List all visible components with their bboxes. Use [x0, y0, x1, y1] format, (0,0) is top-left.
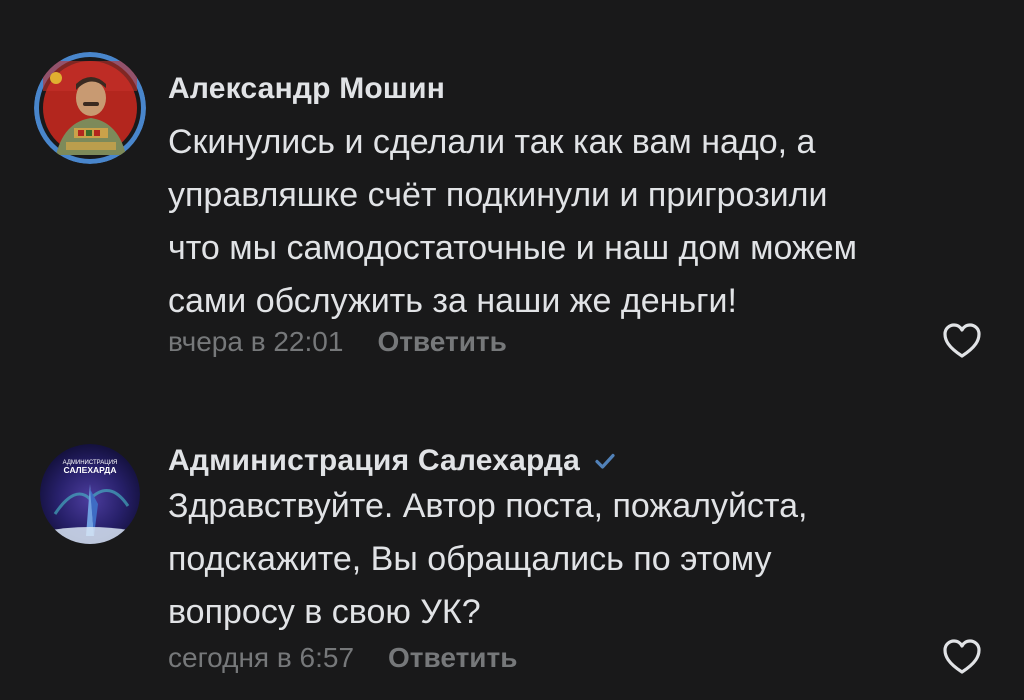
comment-text: Скинулись и сделали так как вам надо, а … [168, 123, 858, 320]
heart-icon [943, 323, 981, 358]
like-button[interactable] [942, 322, 982, 360]
heart-icon [943, 639, 981, 674]
portrait-avatar-icon [34, 52, 146, 164]
reply-button[interactable]: Ответить [388, 642, 517, 674]
comment-meta: сегодня в 6:57 Ответить [168, 642, 517, 674]
comment-item: Александр Мошин Скинулись и сделали так … [0, 0, 1024, 380]
comment-item: АДМИНИСТРАЦИЯ САЛЕХАРДА Администрация Са… [0, 410, 1024, 700]
avatar[interactable]: АДМИНИСТРАЦИЯ САЛЕХАРДА [40, 444, 140, 544]
comment-author[interactable]: Александр Мошин [168, 72, 445, 106]
comment-author[interactable]: Администрация Салехарда [168, 444, 618, 478]
avatar[interactable] [34, 52, 146, 164]
comment-time: сегодня в 6:57 [168, 642, 355, 673]
comment-meta: вчера в 22:01 Ответить [168, 326, 507, 358]
avatar-caption-line2: САЛЕХАРДА [64, 465, 117, 475]
comment-text: Здравствуйте. Автор поста, пожалуйста, п… [168, 487, 808, 631]
author-name[interactable]: Александр Мошин [168, 72, 445, 106]
city-emblem-avatar-icon: АДМИНИСТРАЦИЯ САЛЕХАРДА [40, 444, 140, 544]
like-button[interactable] [942, 638, 982, 676]
verified-check-icon [595, 453, 615, 469]
reply-button[interactable]: Ответить [377, 326, 506, 358]
comment-time: вчера в 22:01 [168, 326, 344, 357]
author-name[interactable]: Администрация Салехарда [168, 444, 580, 478]
